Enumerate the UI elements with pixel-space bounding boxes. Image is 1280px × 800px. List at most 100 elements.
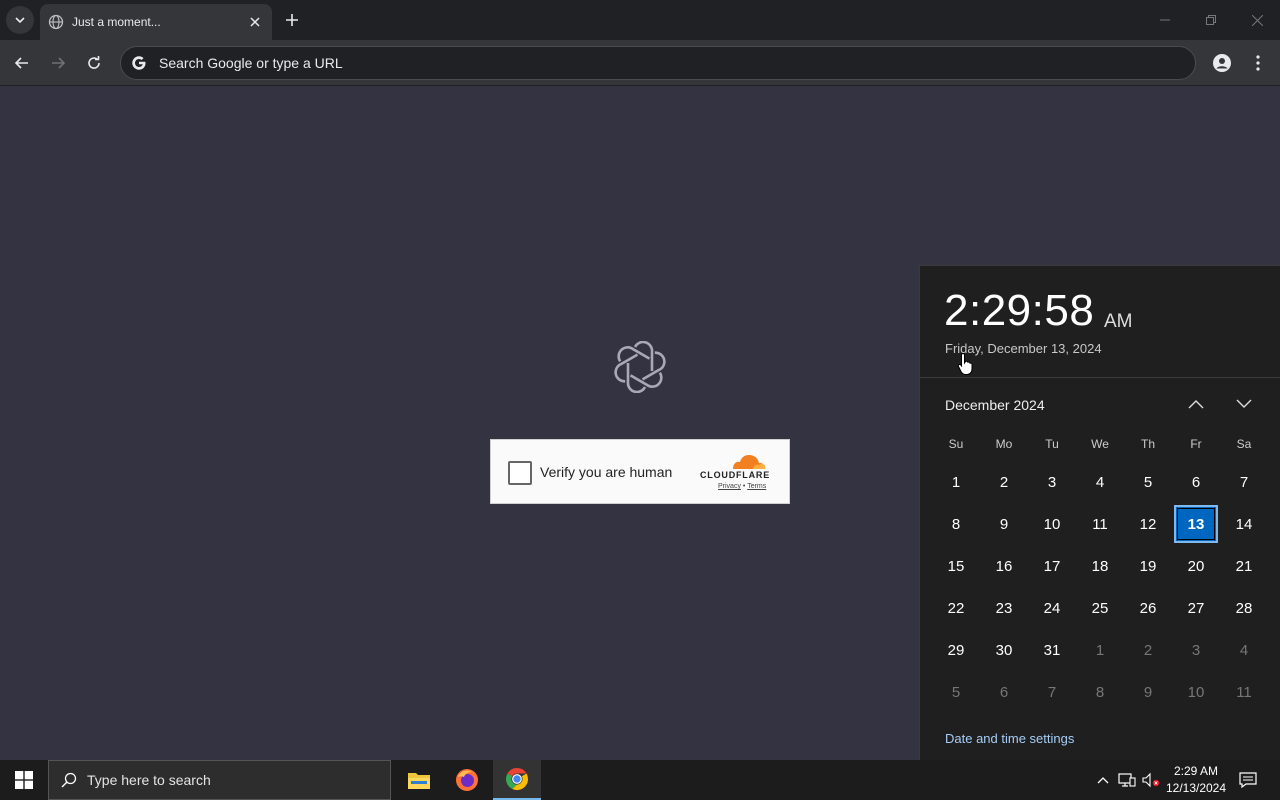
calendar-day[interactable]: 10 <box>1030 505 1074 543</box>
action-center-button[interactable] <box>1234 760 1262 800</box>
network-icon <box>1118 773 1136 787</box>
calendar-day[interactable]: 11 <box>1078 505 1122 543</box>
calendar-day-today[interactable]: 13 <box>1174 505 1218 543</box>
close-window-button[interactable] <box>1234 0 1280 40</box>
file-explorer-taskbar-button[interactable] <box>395 760 443 800</box>
calendar-day[interactable]: 31 <box>1030 631 1074 669</box>
calendar-day[interactable]: 16 <box>982 547 1026 585</box>
calendar-day[interactable]: 30 <box>982 631 1026 669</box>
hand-cursor-icon <box>957 352 973 375</box>
browser-tab[interactable]: Just a moment... <box>40 4 272 40</box>
new-tab-button[interactable] <box>282 10 302 30</box>
flyout-ampm: AM <box>1104 311 1133 332</box>
calendar-day[interactable]: 11 <box>1222 673 1266 711</box>
calendar-day[interactable]: 1 <box>934 463 978 501</box>
chevron-down-icon <box>15 17 25 24</box>
restore-button[interactable] <box>1188 0 1234 40</box>
captcha-widget: Verify you are human CLOUDFLARE Privacy … <box>490 439 790 504</box>
taskbar-clock-time: 2:29 AM <box>1173 764 1219 778</box>
flyout-time: 2:29:58 <box>944 286 1095 335</box>
google-icon <box>131 55 147 71</box>
calendar-day[interactable]: 7 <box>1030 673 1074 711</box>
calendar-day[interactable]: 18 <box>1078 547 1122 585</box>
weekday-label: Mo <box>995 437 1013 451</box>
taskbar-search-input[interactable] <box>87 772 347 788</box>
windows-taskbar: 2:29 AM 12/13/2024 <box>0 760 1280 800</box>
minimize-icon <box>1160 19 1170 21</box>
calendar-day[interactable]: 15 <box>934 547 978 585</box>
calendar-day[interactable]: 2 <box>982 463 1026 501</box>
address-input[interactable] <box>159 55 1059 71</box>
taskbar-clock[interactable]: 2:29 AM 12/13/2024 <box>1160 763 1232 797</box>
notification-icon <box>1239 772 1257 788</box>
tab-search-button[interactable] <box>6 6 34 34</box>
weekday-label: We <box>1091 437 1109 451</box>
calendar-day[interactable]: 23 <box>982 589 1026 627</box>
reload-button[interactable] <box>80 49 108 77</box>
browser-titlebar: Just a moment... <box>0 0 1280 40</box>
calendar-day[interactable]: 21 <box>1222 547 1266 585</box>
calendar-day[interactable]: 14 <box>1222 505 1266 543</box>
calendar-day[interactable]: 1 <box>1078 631 1122 669</box>
chrome-icon <box>505 768 529 791</box>
forward-button[interactable] <box>44 49 72 77</box>
calendar-day[interactable]: 3 <box>1174 631 1218 669</box>
calendar-day[interactable]: 4 <box>1222 631 1266 669</box>
calendar-day[interactable]: 9 <box>982 505 1026 543</box>
calendar-day[interactable]: 6 <box>1174 463 1218 501</box>
calendar-day[interactable]: 5 <box>1126 463 1170 501</box>
plus-icon <box>286 14 298 26</box>
calendar-day[interactable]: 17 <box>1030 547 1074 585</box>
openai-logo-icon <box>614 341 666 393</box>
tab-title: Just a moment... <box>72 15 161 29</box>
restore-icon <box>1206 15 1216 25</box>
address-bar[interactable] <box>120 46 1196 80</box>
terms-link[interactable]: Terms <box>747 483 766 490</box>
calendar-day[interactable]: 10 <box>1174 673 1218 711</box>
show-hidden-icons-button[interactable] <box>1094 760 1112 800</box>
calendar-day[interactable]: 26 <box>1126 589 1170 627</box>
previous-month-button[interactable] <box>1182 392 1210 416</box>
calendar-day[interactable]: 19 <box>1126 547 1170 585</box>
chevron-up-icon <box>1188 400 1204 409</box>
taskbar-search-box[interactable] <box>48 760 391 800</box>
calendar-day[interactable]: 8 <box>1078 673 1122 711</box>
calendar-day[interactable]: 12 <box>1126 505 1170 543</box>
calendar-day[interactable]: 8 <box>934 505 978 543</box>
minimize-button[interactable] <box>1142 0 1188 40</box>
chrome-taskbar-button[interactable] <box>493 760 541 800</box>
calendar-day[interactable]: 7 <box>1222 463 1266 501</box>
menu-button[interactable] <box>1244 49 1272 77</box>
date-time-settings-link[interactable]: Date and time settings <box>945 731 1074 746</box>
calendar-day[interactable]: 27 <box>1174 589 1218 627</box>
back-button[interactable] <box>8 49 36 77</box>
calendar-day[interactable]: 22 <box>934 589 978 627</box>
calendar-day[interactable]: 3 <box>1030 463 1074 501</box>
weekday-label: Sa <box>1236 437 1252 451</box>
calendar-day[interactable]: 5 <box>934 673 978 711</box>
calendar-day[interactable]: 29 <box>934 631 978 669</box>
firefox-taskbar-button[interactable] <box>443 760 491 800</box>
cloudflare-wordmark: CLOUDFLARE <box>700 470 770 480</box>
tab-close-icon[interactable] <box>246 13 264 31</box>
calendar-day[interactable]: 9 <box>1126 673 1170 711</box>
calendar-day[interactable]: 28 <box>1222 589 1266 627</box>
windows-logo-icon <box>15 771 33 789</box>
calendar-day[interactable]: 2 <box>1126 631 1170 669</box>
network-tray-button[interactable] <box>1116 760 1138 800</box>
privacy-link[interactable]: Privacy <box>718 483 741 490</box>
next-month-button[interactable] <box>1230 392 1258 416</box>
calendar-day[interactable]: 4 <box>1078 463 1122 501</box>
calendar-day[interactable]: 24 <box>1030 589 1074 627</box>
calendar-day[interactable]: 20 <box>1174 547 1218 585</box>
volume-tray-button[interactable] <box>1140 760 1162 800</box>
start-button[interactable] <box>0 760 48 800</box>
verify-label: Verify you are human <box>540 464 673 480</box>
profile-button[interactable] <box>1208 49 1236 77</box>
calendar-day[interactable]: 6 <box>982 673 1026 711</box>
calendar-month-label[interactable]: December 2024 <box>945 397 1045 413</box>
firefox-icon <box>456 769 478 791</box>
calendar-day[interactable]: 25 <box>1078 589 1122 627</box>
volume-muted-icon <box>1142 772 1160 788</box>
verify-checkbox[interactable] <box>508 461 532 485</box>
